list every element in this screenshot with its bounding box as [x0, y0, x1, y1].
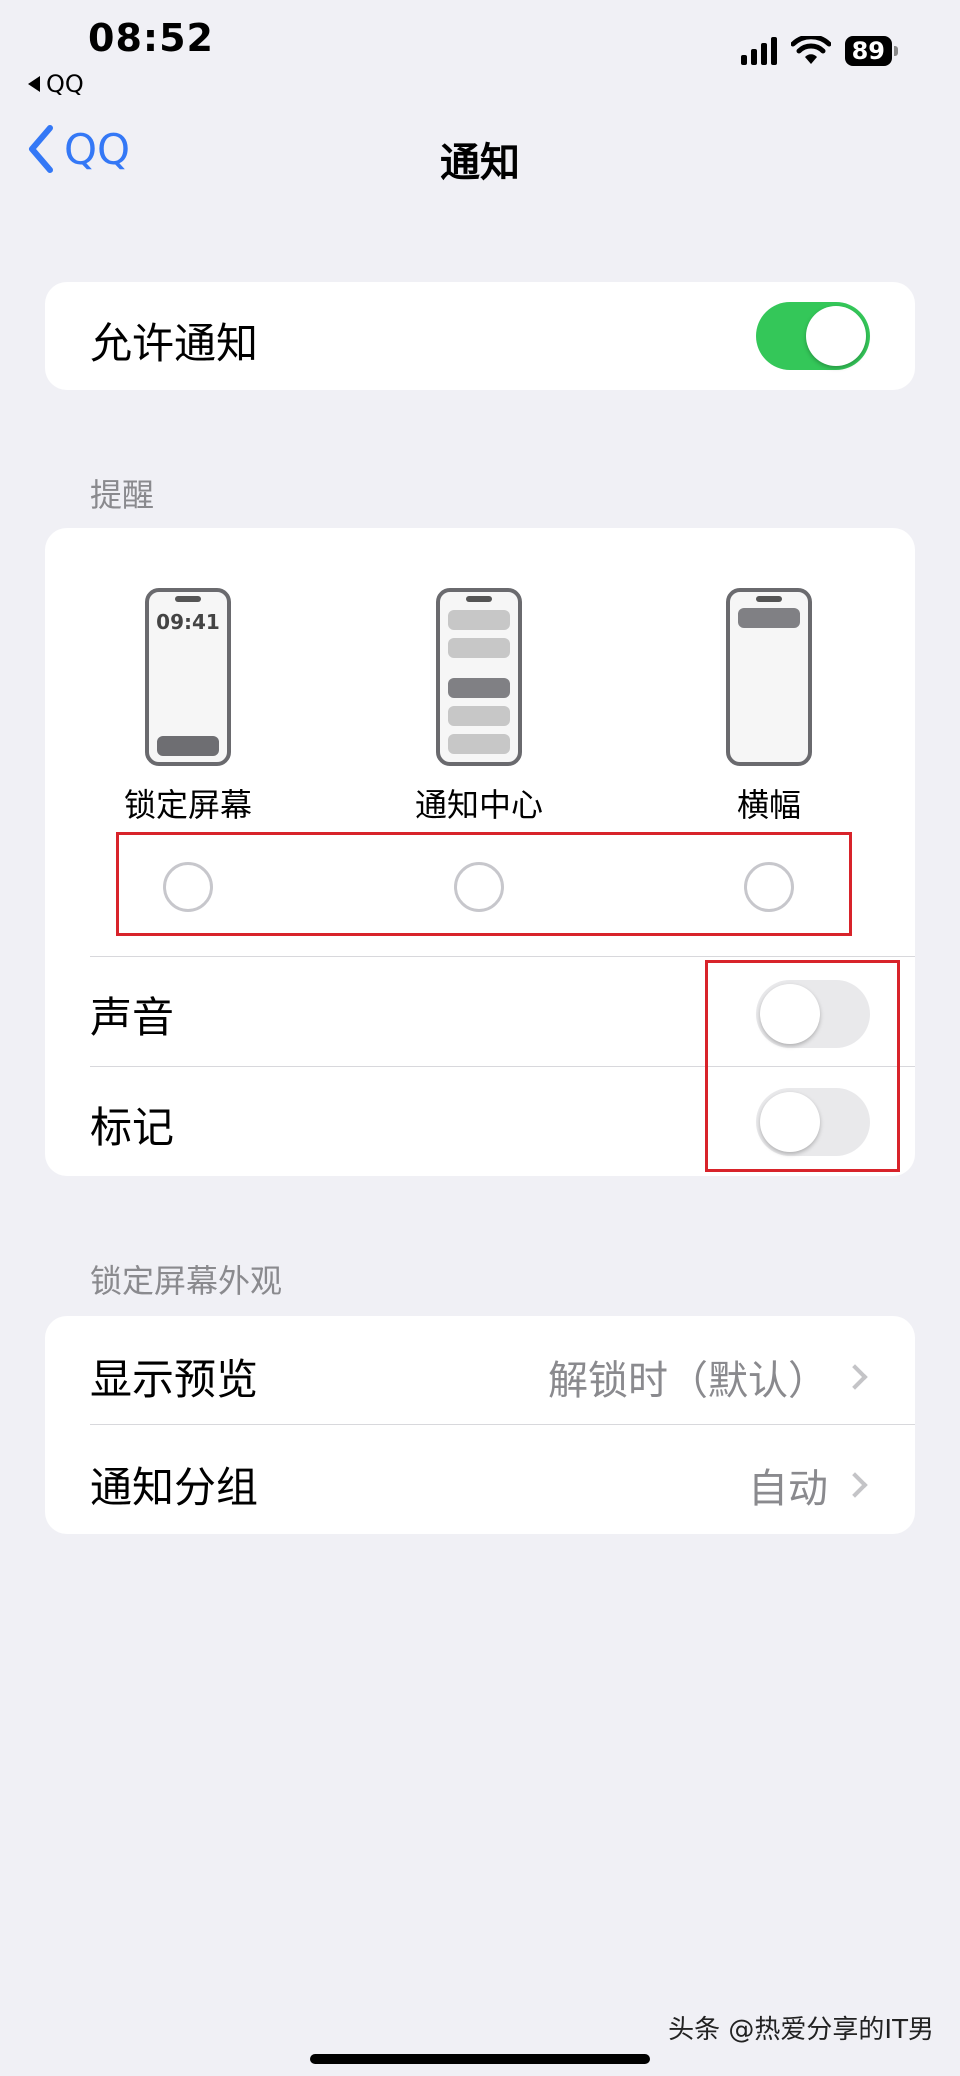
status-time: 08:52 — [88, 16, 214, 60]
chevron-right-icon — [842, 1472, 868, 1498]
notification-center-preview[interactable] — [436, 588, 522, 766]
sounds-label: 声音 — [90, 993, 175, 1042]
option-label-banner: 横幅 — [736, 786, 801, 824]
divider — [90, 956, 915, 957]
battery-icon: 89 — [844, 36, 898, 66]
wifi-icon — [790, 36, 831, 64]
back-to-app[interactable]: QQ — [28, 70, 84, 98]
option-label-lock-screen: 锁定屏幕 — [123, 786, 252, 824]
back-app-label: QQ — [46, 70, 84, 98]
allow-notifications-card: 允许通知 — [45, 282, 915, 390]
option-label-notification-center: 通知中心 — [414, 786, 543, 824]
preview-clock: 09:41 — [156, 610, 220, 634]
badges-label: 标记 — [90, 1103, 175, 1152]
show-previews-label: 显示预览 — [90, 1355, 259, 1404]
lock-screen-card: 显示预览 解锁时（默认） 通知分组 自动 — [45, 1316, 915, 1534]
show-previews-value: 解锁时（默认） — [548, 1358, 828, 1404]
notification-grouping-value: 自动 — [748, 1466, 828, 1512]
lock-screen-preview[interactable]: 09:41 — [145, 588, 231, 766]
allow-notifications-label: 允许通知 — [90, 319, 259, 368]
signal-icon — [740, 37, 777, 65]
divider — [90, 1424, 915, 1425]
watermark: 头条 @热爱分享的IT男 — [668, 2015, 934, 2045]
allow-notifications-toggle[interactable] — [756, 302, 870, 370]
status-icons: 89 — [740, 36, 898, 66]
page-title: 通知 — [440, 140, 520, 186]
home-indicator[interactable] — [310, 2054, 650, 2064]
alerts-section-header: 提醒 — [90, 476, 155, 514]
notification-grouping-label: 通知分组 — [90, 1463, 259, 1512]
highlight-box-radios — [116, 832, 852, 936]
highlight-box-toggles — [705, 960, 900, 1172]
chevron-right-icon — [842, 1364, 868, 1390]
lock-screen-section-header: 锁定屏幕外观 — [90, 1262, 283, 1300]
banner-preview[interactable] — [726, 588, 812, 766]
back-triangle-icon — [28, 76, 40, 92]
battery-level: 89 — [844, 36, 892, 66]
